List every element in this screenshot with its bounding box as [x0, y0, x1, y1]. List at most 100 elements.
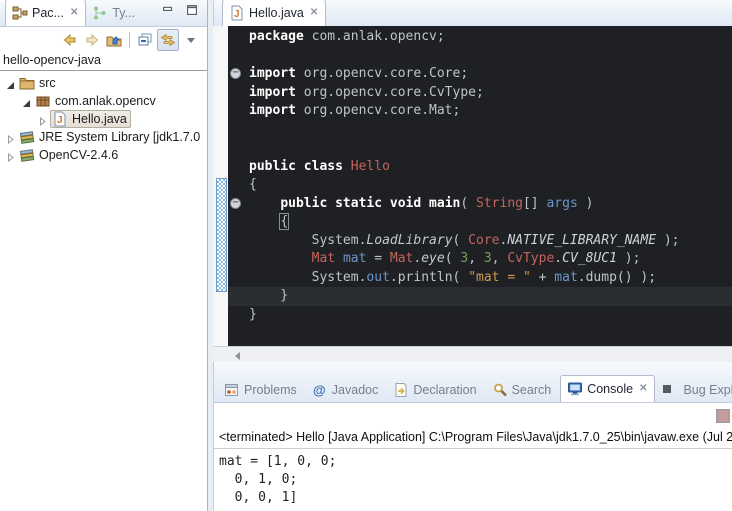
- back-button[interactable]: [60, 30, 80, 50]
- tree-item-jre-system-library-jdk1-7-0[interactable]: JRE System Library [jdk1.7.0: [0, 128, 207, 146]
- panel-window-buttons: [161, 3, 201, 17]
- tree-item-label: src: [39, 76, 56, 90]
- tab-label: Bug Explorer: [683, 383, 732, 397]
- editor-tab-hello-java[interactable]: JHello.java✕: [222, 0, 326, 26]
- console-panel: Problems @ Javadoc DeclarationSearchConsole…: [213, 362, 732, 511]
- token: .: [554, 251, 562, 266]
- collapsed-arrow-icon[interactable]: [6, 151, 15, 160]
- token: Core: [468, 233, 499, 248]
- project-tree[interactable]: src com.anlak.opencv J Hello.java JRE System…: [0, 71, 207, 164]
- back-icon: [62, 32, 78, 48]
- editor-body: package com.anlak.opencv;−import org.ope…: [213, 26, 732, 346]
- token: ): [578, 196, 594, 211]
- collapse-all-button[interactable]: [135, 30, 155, 50]
- console-status-line: <terminated> Hello [Java Application] C:…: [214, 427, 732, 449]
- console-line: mat = [1, 0, 0;: [219, 453, 732, 471]
- plugin-icon: [663, 382, 679, 398]
- bottom-tab-declaration[interactable]: Declaration: [387, 378, 483, 402]
- console-line: 0, 1, 0;: [219, 471, 732, 489]
- token: import: [249, 85, 296, 100]
- tree-item-com-anlak-opencv[interactable]: com.anlak.opencv: [0, 92, 207, 110]
- token: .println(: [390, 270, 468, 285]
- fold-collapse-icon[interactable]: −: [230, 198, 241, 209]
- code-line: [228, 139, 732, 158]
- close-icon[interactable]: ✕: [308, 7, 318, 18]
- tab-label: Javadoc: [332, 383, 379, 397]
- expanded-arrow-icon[interactable]: [22, 97, 31, 106]
- annotation-ruler[interactable]: [213, 26, 228, 346]
- tree-selection: J Hello.java: [50, 110, 131, 128]
- maximize-icon[interactable]: [185, 3, 201, 17]
- package-icon: [35, 93, 51, 109]
- token: );: [656, 233, 679, 248]
- left-tab-pac[interactable]: Pac...✕: [5, 0, 86, 26]
- code-editor[interactable]: package com.anlak.opencv;−import org.ope…: [228, 26, 732, 346]
- forward-button[interactable]: [82, 30, 102, 50]
- close-icon[interactable]: ✕: [68, 7, 78, 18]
- token: args: [546, 196, 577, 211]
- token: }: [249, 288, 288, 303]
- token: }: [249, 307, 257, 322]
- code-line: − public static void main( String[] args…: [228, 195, 732, 214]
- tree-item-label: com.anlak.opencv: [55, 94, 156, 108]
- token: [421, 196, 429, 211]
- token: void: [390, 196, 421, 211]
- svg-text:@: @: [313, 382, 326, 397]
- tree-entry: OpenCV-2.4.6: [18, 147, 121, 163]
- code-line: package com.anlak.opencv;: [228, 28, 732, 47]
- tree-item-src[interactable]: src: [0, 74, 207, 92]
- token: {: [249, 177, 257, 192]
- token: org.opencv.core.Core;: [296, 66, 468, 81]
- tree-item-label: Hello.java: [72, 112, 127, 126]
- package-explorer-icon: [12, 5, 28, 21]
- tree-item-hello-java[interactable]: J Hello.java: [0, 110, 207, 128]
- token: main: [429, 196, 460, 211]
- close-icon[interactable]: ✕: [637, 383, 647, 394]
- search-icon: [492, 382, 508, 398]
- token: [249, 233, 312, 248]
- bottom-tab-search[interactable]: Search: [486, 378, 559, 402]
- javadoc-icon: @: [312, 382, 328, 398]
- token: =: [366, 251, 389, 266]
- bottom-panel-tabbar: Problems @ Javadoc DeclarationSearchConsole…: [214, 362, 732, 403]
- expanded-arrow-icon[interactable]: [6, 79, 15, 88]
- view-menu-button[interactable]: [181, 30, 201, 50]
- minimize-icon[interactable]: [161, 3, 177, 17]
- bottom-tab-console[interactable]: Console✕: [560, 375, 655, 402]
- java-file-icon: J: [52, 111, 68, 127]
- toolbar-separator: [129, 32, 130, 48]
- token: (: [445, 251, 461, 266]
- eclipse-window: Pac...✕Ty... hello-opencv-java srccom.an…: [0, 0, 732, 511]
- bottom-tab-problems[interactable]: Problems: [218, 378, 304, 402]
- tree-item-opencv-2-4-6[interactable]: OpenCV-2.4.6: [0, 146, 207, 164]
- token: org.opencv.core.Mat;: [296, 103, 460, 118]
- token: LoadLibrary: [366, 233, 452, 248]
- collapsed-arrow-icon[interactable]: [38, 115, 47, 124]
- console-output[interactable]: mat = [1, 0, 0; 0, 1, 0; 0, 0, 1]: [214, 449, 732, 507]
- fold-collapse-icon[interactable]: −: [230, 68, 241, 79]
- token: System.: [312, 233, 367, 248]
- token: System.: [312, 270, 367, 285]
- bottom-tab-javadoc[interactable]: @ Javadoc: [306, 378, 386, 402]
- code-line: Mat mat = Mat.eye( 3, 3, CvType.CV_8UC1 …: [228, 250, 732, 269]
- go-into-button[interactable]: [104, 30, 124, 50]
- tree-entry: JRE System Library [jdk1.7.0: [18, 129, 203, 145]
- token: .dump() );: [578, 270, 656, 285]
- left-tab-ty[interactable]: Ty...: [86, 1, 142, 25]
- left-panel-tabbar: Pac...✕Ty...: [0, 0, 207, 27]
- folder-src-icon: [19, 75, 35, 91]
- link-editor-button[interactable]: [157, 29, 179, 51]
- bottom-tab-bug-explorer[interactable]: Bug Explorer: [657, 378, 732, 402]
- token: mat: [554, 270, 577, 285]
- token: static: [335, 196, 382, 211]
- editor-horizontal-scrollbar[interactable]: [213, 346, 732, 363]
- token: Mat: [312, 251, 335, 266]
- terminate-icon[interactable]: [716, 409, 730, 423]
- left-tabs: Pac...✕Ty...: [5, 0, 142, 26]
- token: eye: [421, 251, 444, 266]
- scroll-left-arrow-icon[interactable]: [235, 352, 240, 360]
- token: Hello: [351, 159, 390, 174]
- library-icon: [19, 147, 35, 163]
- collapsed-arrow-icon[interactable]: [6, 133, 15, 142]
- tree-item-label: JRE System Library [jdk1.7.0: [39, 130, 200, 144]
